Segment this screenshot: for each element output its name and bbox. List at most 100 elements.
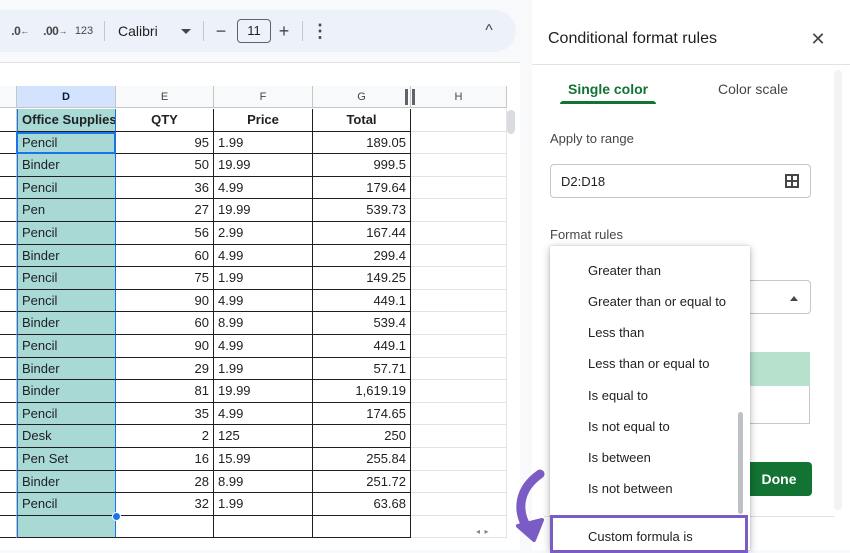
number-format-button[interactable]: 123 — [72, 10, 96, 52]
cell-price[interactable]: 1.99 — [214, 267, 313, 290]
cell-office-supplies[interactable]: Office Supplies — [17, 109, 116, 132]
menu-item-is-not-between[interactable]: Is not between — [588, 481, 673, 496]
cell-total[interactable]: 149.25 — [313, 267, 411, 290]
menu-item-greater-than-or-equal[interactable]: Greater than or equal to — [588, 294, 726, 309]
cell-empty[interactable] — [411, 222, 507, 245]
cell-office-supplies[interactable]: Binder — [17, 380, 116, 403]
increase-font-size-button[interactable]: + — [274, 10, 294, 52]
row-header[interactable] — [0, 335, 17, 358]
cell-office-supplies[interactable]: Pencil — [17, 402, 116, 426]
column-header-h[interactable]: H — [411, 86, 507, 108]
cell-qty[interactable]: 90 — [116, 335, 214, 358]
column-header-f[interactable]: F — [214, 86, 313, 108]
cell-empty[interactable] — [411, 244, 507, 268]
cell-qty[interactable]: 27 — [116, 199, 214, 222]
cell-total[interactable]: 999.5 — [313, 154, 411, 177]
row-header[interactable] — [0, 380, 17, 403]
menu-item-less-than-or-equal[interactable]: Less than or equal to — [588, 356, 709, 371]
cell-qty[interactable]: 29 — [116, 357, 214, 381]
cell-empty[interactable] — [411, 199, 507, 222]
cell-price[interactable]: Price — [214, 109, 313, 132]
cell-office-supplies[interactable]: Pencil — [17, 267, 116, 290]
column-header-g[interactable]: G — [313, 86, 411, 108]
cell-price[interactable]: 1.99 — [214, 493, 313, 516]
cell-total[interactable]: 179.64 — [313, 176, 411, 200]
row-header[interactable] — [0, 222, 17, 245]
cell-total[interactable]: 189.05 — [313, 131, 411, 155]
cell-office-supplies[interactable]: Pencil — [17, 131, 116, 155]
row-header[interactable] — [0, 176, 17, 200]
cell-office-supplies[interactable]: Pencil — [17, 289, 116, 313]
font-family-select[interactable]: Calibri — [118, 10, 158, 52]
cell-qty[interactable]: 75 — [116, 267, 214, 290]
cell-empty[interactable] — [411, 312, 507, 335]
cell-empty[interactable] — [411, 289, 507, 313]
fill-handle[interactable] — [112, 512, 121, 521]
tab-single-color[interactable]: Single color — [568, 81, 648, 97]
row-header[interactable] — [0, 470, 17, 494]
cell-total[interactable]: Total — [313, 109, 411, 132]
cell-price[interactable]: 8.99 — [214, 312, 313, 335]
cell-empty[interactable] — [411, 425, 507, 448]
cell-qty[interactable]: 50 — [116, 154, 214, 177]
cell-price[interactable]: 4.99 — [214, 176, 313, 200]
cell-qty[interactable]: 28 — [116, 470, 214, 494]
cell-qty[interactable]: 60 — [116, 312, 214, 335]
menu-item-custom-formula[interactable]: Custom formula is — [588, 529, 693, 544]
cell-qty[interactable]: 36 — [116, 176, 214, 200]
cell-price[interactable]: 8.99 — [214, 470, 313, 494]
row-header[interactable] — [0, 357, 17, 381]
cell-price[interactable]: 1.99 — [214, 357, 313, 381]
done-button[interactable]: Done — [746, 462, 812, 496]
cell-qty[interactable] — [116, 515, 214, 539]
chevron-up-icon[interactable] — [790, 296, 798, 301]
range-input[interactable]: D2:D18 — [550, 164, 811, 198]
cell-price[interactable]: 4.99 — [214, 289, 313, 313]
cell-office-supplies[interactable]: Binder — [17, 312, 116, 335]
cell-office-supplies[interactable]: Pencil — [17, 493, 116, 516]
panel-scrollbar[interactable] — [834, 70, 842, 510]
cell-price[interactable] — [214, 515, 313, 539]
row-header[interactable] — [0, 515, 17, 539]
cell-qty[interactable]: 60 — [116, 244, 214, 268]
decrease-font-size-button[interactable]: − — [211, 10, 231, 52]
row-header[interactable] — [0, 425, 17, 448]
cell-office-supplies[interactable]: Pencil — [17, 335, 116, 358]
cell-office-supplies[interactable]: Binder — [17, 357, 116, 381]
menu-item-is-not-equal[interactable]: Is not equal to — [588, 419, 670, 434]
cell-price[interactable]: 2.99 — [214, 222, 313, 245]
cell-total[interactable]: 539.4 — [313, 312, 411, 335]
menu-item-is-equal[interactable]: Is equal to — [588, 388, 648, 403]
value-input[interactable] — [748, 386, 810, 424]
cell-qty[interactable]: 95 — [116, 131, 214, 155]
cell-empty[interactable] — [411, 131, 507, 155]
menu-item-is-between[interactable]: Is between — [588, 450, 651, 465]
decrease-decimal-button[interactable]: .0 ← — [6, 10, 34, 52]
cell-empty[interactable] — [411, 402, 507, 426]
menu-item-greater-than[interactable]: Greater than — [588, 263, 661, 278]
cell-price[interactable]: 1.99 — [214, 131, 313, 155]
increase-decimal-button[interactable]: .00 → — [40, 10, 70, 52]
cell-office-supplies[interactable]: Desk — [17, 425, 116, 448]
cell-total[interactable]: 250 — [313, 425, 411, 448]
row-header[interactable] — [0, 448, 17, 471]
cell-qty[interactable]: QTY — [116, 109, 214, 132]
cell-qty[interactable]: 81 — [116, 380, 214, 403]
cell-price[interactable]: 4.99 — [214, 402, 313, 426]
cell-price[interactable]: 125 — [214, 425, 313, 448]
menu-item-less-than[interactable]: Less than — [588, 325, 644, 340]
cell-office-supplies[interactable]: Binder — [17, 154, 116, 177]
row-header[interactable] — [0, 131, 17, 155]
chevron-down-icon[interactable] — [181, 29, 191, 34]
cell-office-supplies[interactable]: Binder — [17, 470, 116, 494]
cell-empty[interactable] — [411, 470, 507, 494]
row-header[interactable] — [0, 312, 17, 335]
cell-price[interactable]: 19.99 — [214, 154, 313, 177]
freeze-handle-icon[interactable] — [405, 89, 408, 105]
cell-total[interactable]: 255.84 — [313, 448, 411, 471]
menu-scrollbar[interactable] — [738, 412, 743, 514]
cell-total[interactable]: 299.4 — [313, 244, 411, 268]
cell-total[interactable]: 174.65 — [313, 402, 411, 426]
row-header[interactable] — [0, 267, 17, 290]
cell-qty[interactable]: 56 — [116, 222, 214, 245]
